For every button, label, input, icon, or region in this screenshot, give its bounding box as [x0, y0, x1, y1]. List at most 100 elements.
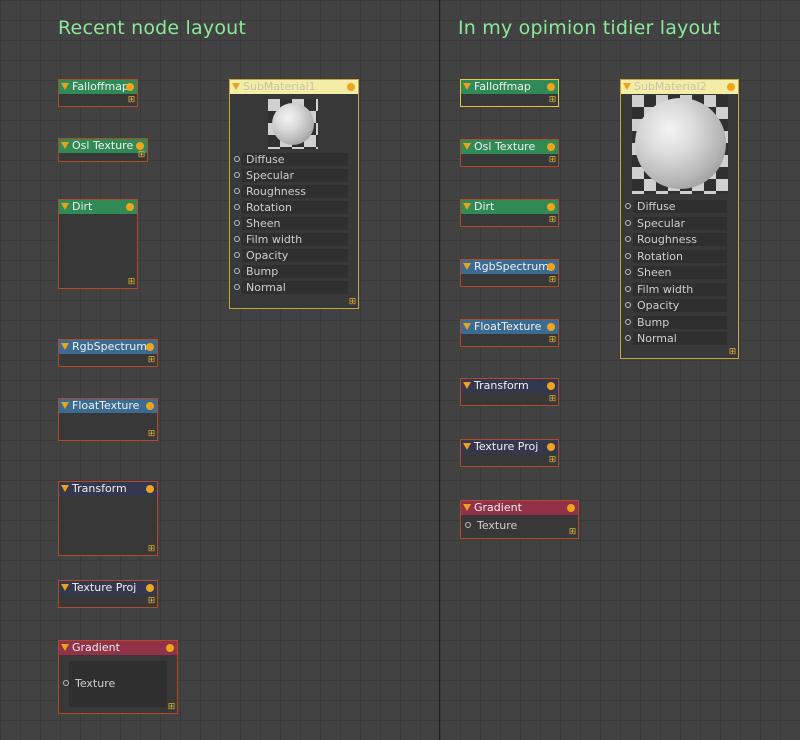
material-input-bump[interactable]: Bump	[232, 264, 348, 279]
input-pin-icon[interactable]	[625, 236, 631, 242]
node-osl-texture-left[interactable]: Osl Texture ⊞	[58, 138, 148, 162]
collapse-triangle-icon[interactable]	[61, 584, 69, 591]
input-pin-icon[interactable]	[625, 302, 631, 308]
material-input-rotation[interactable]: Rotation	[623, 249, 727, 264]
node-header[interactable]: Osl Texture	[59, 139, 147, 153]
material-input-rotation[interactable]: Rotation	[232, 200, 348, 215]
resize-grip-icon[interactable]: ⊞	[348, 298, 357, 307]
node-dirt-right[interactable]: Dirt ⊞	[460, 199, 559, 227]
resize-grip-icon[interactable]: ⊞	[147, 597, 156, 606]
input-pin-icon[interactable]	[234, 156, 240, 162]
collapse-triangle-icon[interactable]	[61, 203, 69, 210]
material-input-sheen[interactable]: Sheen	[232, 216, 348, 231]
collapse-triangle-icon[interactable]	[61, 343, 69, 350]
material-input-bump[interactable]: Bump	[623, 315, 727, 330]
resize-grip-icon[interactable]: ⊞	[548, 395, 557, 404]
collapse-triangle-icon[interactable]	[61, 485, 69, 492]
collapse-triangle-icon[interactable]	[463, 323, 471, 330]
output-pin-icon[interactable]	[547, 143, 555, 151]
resize-grip-icon[interactable]: ⊞	[728, 348, 737, 357]
node-osl-texture-right[interactable]: Osl Texture ⊞	[460, 139, 559, 167]
collapse-triangle-icon[interactable]	[232, 83, 240, 90]
material-input-film-width[interactable]: Film width	[232, 232, 348, 247]
node-header[interactable]: SubMaterial1	[230, 80, 358, 94]
input-pin-icon[interactable]	[625, 203, 631, 209]
collapse-triangle-icon[interactable]	[463, 263, 471, 270]
input-pin-icon[interactable]	[63, 680, 69, 686]
output-pin-icon[interactable]	[146, 584, 154, 592]
resize-grip-icon[interactable]: ⊞	[147, 356, 156, 365]
node-header[interactable]: RgbSpectrum	[461, 260, 558, 274]
material-input-normal[interactable]: Normal	[623, 331, 727, 346]
material-input-roughness[interactable]: Roughness	[623, 232, 727, 247]
node-header[interactable]: Falloffmap	[59, 80, 137, 94]
node-header[interactable]: Gradient	[59, 641, 177, 655]
collapse-triangle-icon[interactable]	[61, 644, 69, 651]
resize-grip-icon[interactable]: ⊞	[548, 156, 557, 165]
output-pin-icon[interactable]	[146, 343, 154, 351]
output-pin-icon[interactable]	[146, 402, 154, 410]
material-input-diffuse[interactable]: Diffuse	[623, 199, 727, 214]
collapse-triangle-icon[interactable]	[61, 402, 69, 409]
resize-grip-icon[interactable]: ⊞	[548, 96, 557, 105]
input-pin-icon[interactable]	[234, 188, 240, 194]
resize-grip-icon[interactable]: ⊞	[127, 278, 136, 287]
input-pin-icon[interactable]	[234, 172, 240, 178]
input-pin-icon[interactable]	[625, 252, 631, 259]
node-header[interactable]: Gradient	[461, 501, 578, 515]
node-header[interactable]: Osl Texture	[461, 140, 558, 154]
input-pin-icon[interactable]	[625, 285, 631, 292]
node-gradient-left[interactable]: Gradient Texture ⊞	[58, 640, 178, 714]
input-port-row[interactable]: Texture	[463, 518, 569, 533]
input-pin-icon[interactable]	[625, 269, 631, 275]
input-pin-icon[interactable]	[234, 220, 240, 226]
node-float-texture-right[interactable]: FloatTexture ⊞	[460, 319, 559, 347]
node-dirt-left[interactable]: Dirt ⊞	[58, 199, 138, 289]
resize-grip-icon[interactable]: ⊞	[137, 151, 146, 160]
material-input-opacity[interactable]: Opacity	[232, 248, 348, 263]
material-input-normal[interactable]: Normal	[232, 280, 348, 295]
output-pin-icon[interactable]	[547, 323, 555, 331]
output-pin-icon[interactable]	[146, 485, 154, 493]
collapse-triangle-icon[interactable]	[623, 83, 631, 90]
node-texture-proj-right[interactable]: Texture Proj ⊞	[460, 439, 559, 467]
node-float-texture-left[interactable]: FloatTexture ⊞	[58, 398, 158, 441]
node-header[interactable]: Dirt	[59, 200, 137, 214]
collapse-triangle-icon[interactable]	[463, 443, 471, 450]
node-gradient-right[interactable]: Gradient Texture ⊞	[460, 500, 579, 539]
resize-grip-icon[interactable]: ⊞	[147, 430, 156, 439]
material-input-opacity[interactable]: Opacity	[623, 298, 727, 313]
output-pin-icon[interactable]	[567, 504, 575, 512]
input-pin-icon[interactable]	[625, 318, 631, 325]
output-pin-icon[interactable]	[136, 142, 144, 150]
collapse-triangle-icon[interactable]	[61, 83, 69, 90]
input-pin-icon[interactable]	[625, 335, 631, 341]
node-transform-right[interactable]: Transform ⊞	[460, 378, 559, 406]
collapse-triangle-icon[interactable]	[463, 83, 471, 90]
output-pin-icon[interactable]	[547, 203, 555, 211]
node-rgb-spectrum-right[interactable]: RgbSpectrum ⊞	[460, 259, 559, 287]
input-port-row[interactable]: Texture	[61, 676, 161, 691]
collapse-triangle-icon[interactable]	[463, 143, 471, 150]
resize-grip-icon[interactable]: ⊞	[548, 456, 557, 465]
resize-grip-icon[interactable]: ⊞	[548, 276, 557, 285]
node-falloffmap-right[interactable]: Falloffmap ⊞	[460, 79, 559, 107]
node-texture-proj-left[interactable]: Texture Proj ⊞	[58, 580, 158, 608]
input-pin-icon[interactable]	[625, 219, 631, 226]
output-pin-icon[interactable]	[547, 263, 555, 271]
material-input-film-width[interactable]: Film width	[623, 282, 727, 297]
node-header[interactable]: Texture Proj	[461, 440, 558, 454]
input-pin-icon[interactable]	[234, 284, 240, 290]
node-header[interactable]: Falloffmap	[461, 80, 558, 94]
node-header[interactable]: Transform	[59, 482, 157, 496]
node-header[interactable]: Texture Proj	[59, 581, 157, 595]
input-pin-icon[interactable]	[234, 252, 240, 258]
resize-grip-icon[interactable]: ⊞	[167, 703, 176, 712]
node-submaterial1[interactable]: SubMaterial1 Diffuse Specular Roughness Rot…	[229, 79, 359, 309]
output-pin-icon[interactable]	[166, 644, 174, 652]
node-header[interactable]: Transform	[461, 379, 558, 393]
input-pin-icon[interactable]	[465, 522, 471, 528]
resize-grip-icon[interactable]: ⊞	[548, 336, 557, 345]
node-header[interactable]: RgbSpectrum	[59, 340, 157, 354]
resize-grip-icon[interactable]: ⊞	[127, 96, 136, 105]
